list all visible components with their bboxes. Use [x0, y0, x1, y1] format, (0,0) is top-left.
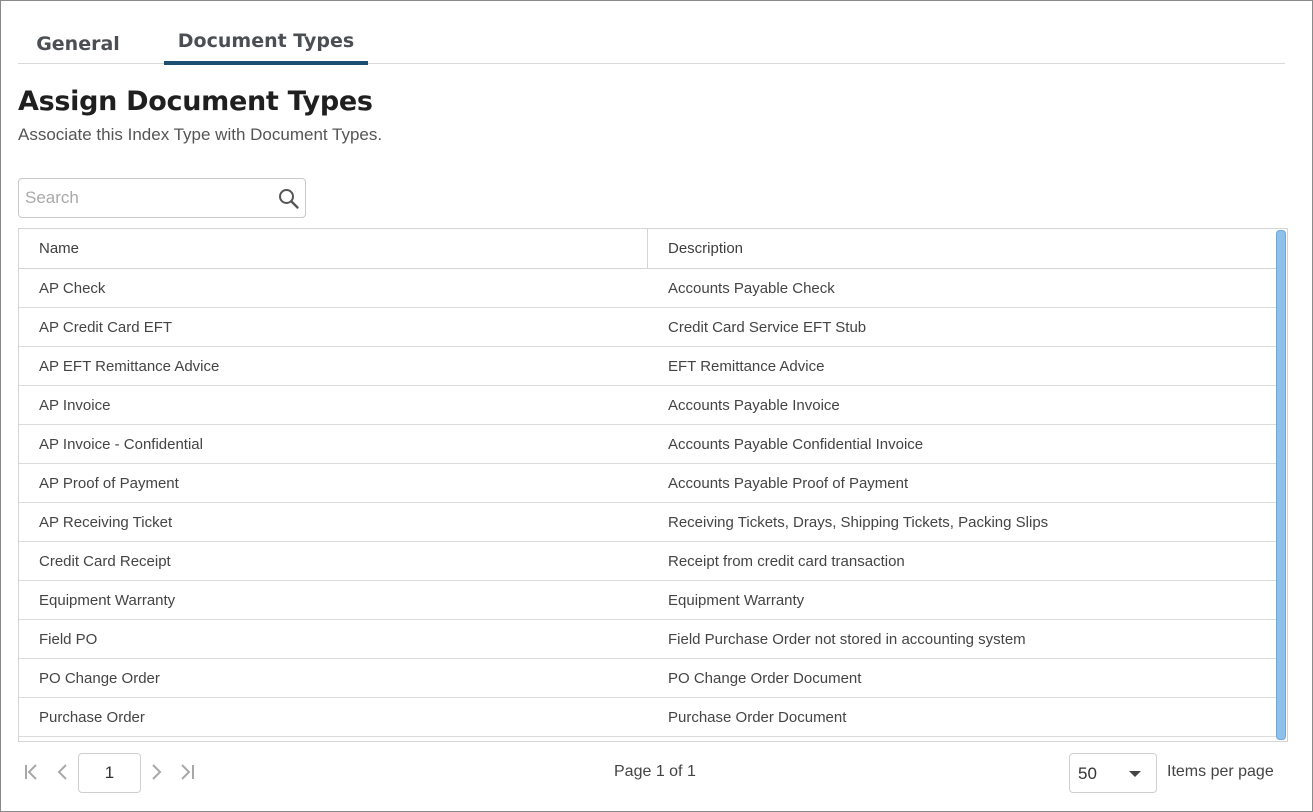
cell-name: AP Check [39, 279, 106, 297]
table-row[interactable]: Field PO Field Purchase Order not stored … [19, 620, 1276, 659]
table-row[interactable]: AP Invoice - Confidential Accounts Payabl… [19, 425, 1276, 464]
tab-general[interactable]: General [20, 21, 136, 66]
chevron-down-icon [1129, 771, 1141, 777]
scrollbar-thumb[interactable] [1276, 230, 1286, 740]
cell-name: AP Receiving Ticket [39, 513, 173, 531]
table-row[interactable]: AP EFT Remittance Advice EFT Remittance A… [19, 347, 1276, 386]
table-row[interactable]: AP Credit Card EFT Credit Card Service EF… [19, 308, 1276, 347]
cell-name: AP Invoice - Confidential [39, 435, 203, 453]
table-body: AP Check Accounts Payable Check AP Credit … [19, 269, 1276, 737]
next-page-icon[interactable] [145, 761, 167, 783]
search-input[interactable] [25, 185, 273, 211]
cell-name: PO Change Order [39, 669, 160, 687]
cell-description: Accounts Payable Proof of Payment [668, 474, 909, 492]
first-page-icon[interactable] [22, 761, 44, 783]
column-header-name[interactable]: Name [39, 229, 639, 268]
cell-description: Purchase Order Document [668, 708, 847, 726]
items-per-page-label: Items per page [1167, 763, 1274, 780]
search-icon[interactable] [278, 188, 300, 210]
search-box [18, 178, 306, 218]
table-row[interactable]: Purchase Order Purchase Order Document [19, 698, 1276, 737]
cell-name: AP Proof of Payment [39, 474, 179, 492]
cell-name: Credit Card Receipt [39, 552, 171, 570]
page-info: Page 1 of 1 [614, 763, 696, 780]
column-header-description[interactable]: Description [668, 229, 1268, 268]
last-page-icon[interactable] [175, 761, 197, 783]
cell-description: Accounts Payable Confidential Invoice [668, 435, 924, 453]
table-row[interactable]: PO Change Order PO Change Order Document [19, 659, 1276, 698]
tab-bar: General Document Types [18, 18, 1285, 66]
table-row[interactable]: AP Proof of Payment Accounts Payable Proo… [19, 464, 1276, 503]
cell-description: Accounts Payable Check [668, 279, 835, 297]
table-row[interactable]: Equipment Warranty Equipment Warranty [19, 581, 1276, 620]
pagination-bar: Page 1 of 1 50 Items per page [18, 752, 1288, 794]
table-row[interactable]: AP Invoice Accounts Payable Invoice [19, 386, 1276, 425]
cell-description: Receipt from credit card transaction [668, 552, 905, 570]
cell-name: AP Credit Card EFT [39, 318, 173, 336]
cell-description: PO Change Order Document [668, 669, 862, 687]
page-number-input[interactable] [78, 753, 141, 793]
cell-name: AP Invoice [39, 396, 111, 414]
document-types-table: Name Description AP Check Accounts Payabl… [18, 228, 1288, 742]
table-row[interactable]: AP Receiving Ticket Receiving Tickets, Dr… [19, 503, 1276, 542]
table-header: Name Description [19, 229, 1276, 269]
table-row[interactable]: AP Check Accounts Payable Check [19, 269, 1276, 308]
items-per-page-value: 50 [1078, 764, 1097, 783]
cell-description: Accounts Payable Invoice [668, 396, 840, 414]
page-title: Assign Document Types [18, 86, 373, 117]
cell-description: Equipment Warranty [668, 591, 805, 609]
table-row[interactable]: Credit Card Receipt Receipt from credit c… [19, 542, 1276, 581]
cell-description: Receiving Tickets, Drays, Shipping Ticke… [668, 513, 1049, 531]
tab-document-types[interactable]: Document Types [164, 18, 368, 65]
previous-page-icon[interactable] [52, 761, 74, 783]
cell-name: Equipment Warranty [39, 591, 176, 609]
cell-description: Credit Card Service EFT Stub [668, 318, 867, 336]
column-divider[interactable] [647, 229, 648, 268]
page-subtitle: Associate this Index Type with Document … [18, 125, 383, 144]
cell-description: EFT Remittance Advice [668, 357, 825, 375]
cell-name: Purchase Order [39, 708, 145, 726]
cell-name: Field PO [39, 630, 98, 648]
cell-name: AP EFT Remittance Advice [39, 357, 220, 375]
cell-description: Field Purchase Order not stored in accou… [668, 630, 1026, 648]
vertical-scrollbar[interactable] [1276, 230, 1286, 740]
items-per-page-select[interactable]: 50 [1069, 753, 1157, 793]
